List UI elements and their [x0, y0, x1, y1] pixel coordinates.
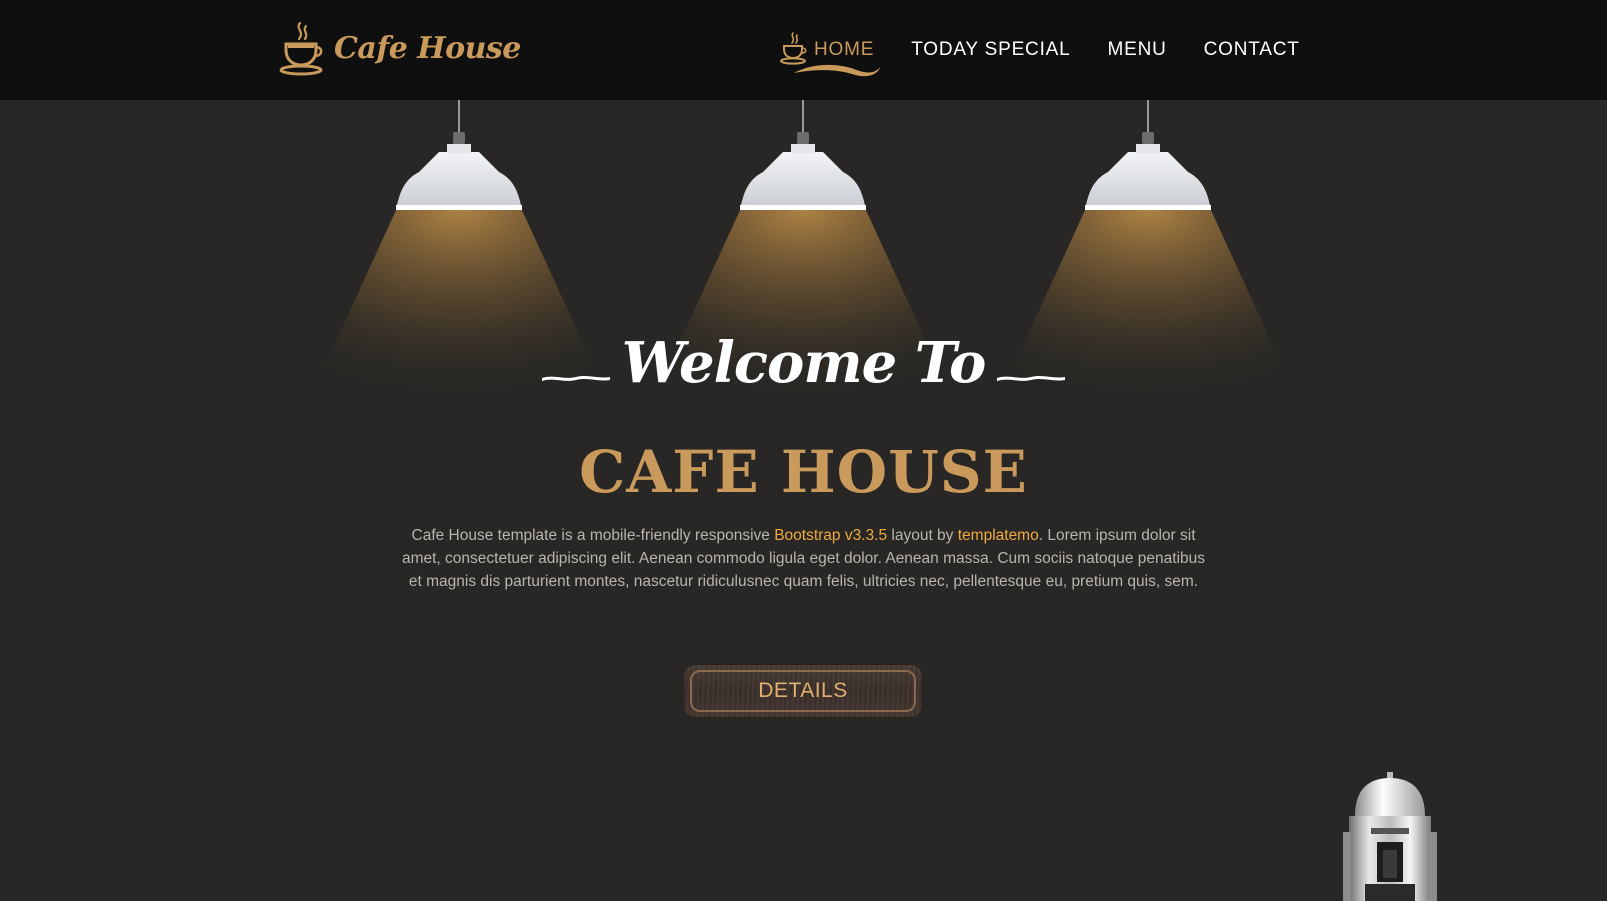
details-button-label: DETAILS [690, 670, 916, 712]
swoosh-underline-icon [794, 64, 880, 77]
main-nav: HOME TODAY SPECIAL MENU CONTACT [780, 0, 1337, 100]
welcome-heading: Welcome To [0, 330, 1607, 396]
hero-description: Cafe House template is a mobile-friendly… [400, 524, 1207, 593]
site-header: Cafe House HOME TODAY SPECIAL MENU CONTA… [0, 0, 1607, 100]
logo-link[interactable]: Cafe House [278, 18, 521, 78]
hero-title: CAFE HOUSE [579, 438, 1028, 506]
coffee-cup-icon [279, 21, 323, 76]
nav-label-contact: CONTACT [1203, 39, 1300, 60]
nav-label-today-special: TODAY SPECIAL [911, 39, 1071, 60]
logo-text: Cafe House [334, 30, 521, 66]
bootstrap-link[interactable]: Bootstrap v3.3.5 [774, 527, 887, 544]
nav-item-menu[interactable]: MENU [1108, 39, 1167, 61]
page: Cafe House HOME TODAY SPECIAL MENU CONTA… [0, 0, 1607, 901]
coffee-machine-icon [1335, 772, 1445, 901]
nav-item-contact[interactable]: CONTACT [1204, 39, 1300, 61]
nav-label-menu: MENU [1107, 39, 1167, 60]
nav-item-home[interactable]: HOME [780, 32, 880, 77]
details-button[interactable]: DETAILS [683, 664, 923, 718]
decorative-dash-icon [997, 376, 1066, 381]
decorative-dash-icon [541, 376, 610, 381]
description-text: Cafe House template is a mobile-friendly… [411, 527, 775, 544]
welcome-text: Welcome To [621, 330, 987, 396]
templatemo-link[interactable]: templatemo [958, 527, 1039, 544]
description-text: layout by [887, 527, 958, 544]
nav-item-today-special[interactable]: TODAY SPECIAL [911, 39, 1070, 61]
